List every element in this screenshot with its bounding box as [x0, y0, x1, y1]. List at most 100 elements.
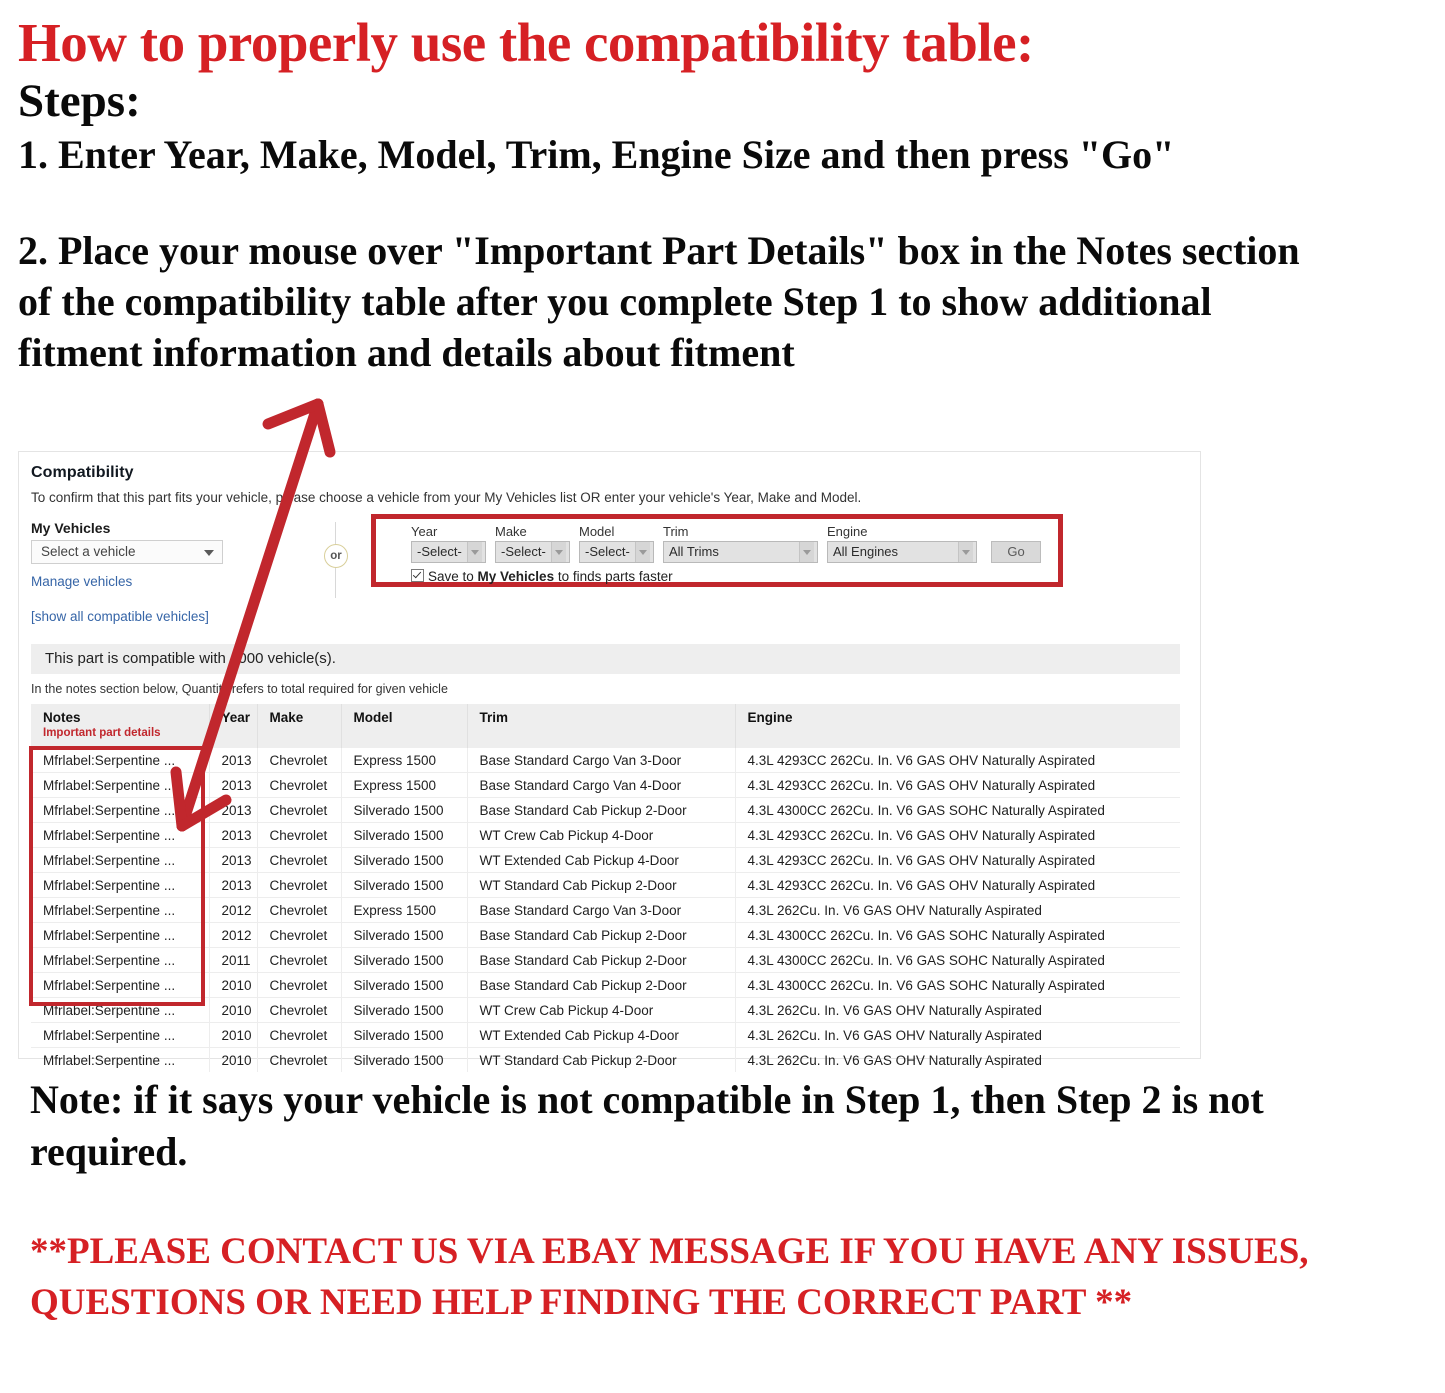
column-header-notes[interactable]: Notes Important part details — [31, 704, 210, 748]
model-dropdown[interactable]: -Select- — [579, 541, 654, 563]
cell-trim: WT Standard Cab Pickup 2-Door — [467, 1047, 736, 1072]
notes-quantity-hint: In the notes section below, Quantity ref… — [31, 682, 448, 696]
compatible-count-banner: This part is compatible with 1000 vehicl… — [31, 644, 1180, 674]
cell-make: Chevrolet — [257, 947, 342, 973]
cell-notes[interactable]: Mfrlabel:Serpentine ... — [31, 822, 210, 848]
cell-year: 2012 — [209, 897, 258, 923]
trim-field: Trim All Trims — [663, 524, 818, 563]
cell-model: Silverado 1500 — [341, 797, 468, 823]
cell-notes[interactable]: Mfrlabel:Serpentine ... — [31, 797, 210, 823]
cell-trim: WT Extended Cab Pickup 4-Door — [467, 847, 736, 873]
cell-trim: Base Standard Cargo Van 4-Door — [467, 772, 736, 798]
year-field: Year -Select- — [411, 524, 486, 563]
cell-make: Chevrolet — [257, 748, 342, 773]
table-row: Mfrlabel:Serpentine ... 2011 Chevrolet Silv… — [31, 947, 1180, 973]
cell-trim: Base Standard Cargo Van 3-Door — [467, 748, 736, 773]
save-checkbox[interactable] — [411, 569, 424, 582]
cell-make: Chevrolet — [257, 972, 342, 998]
table-row: Mfrlabel:Serpentine ... 2013 Chevrolet Silv… — [31, 847, 1180, 873]
cell-notes[interactable]: Mfrlabel:Serpentine ... — [31, 872, 210, 898]
cell-notes[interactable]: Mfrlabel:Serpentine ... — [31, 922, 210, 948]
cell-trim: WT Crew Cab Pickup 4-Door — [467, 822, 736, 848]
engine-field: Engine All Engines — [827, 524, 977, 563]
cell-model: Silverado 1500 — [341, 1022, 468, 1048]
cell-engine: 4.3L 262Cu. In. V6 GAS OHV Naturally Asp… — [735, 1022, 1180, 1048]
step-2-text: 2. Place your mouse over "Important Part… — [18, 227, 1300, 375]
cell-year: 2010 — [209, 1047, 258, 1072]
cell-notes[interactable]: Mfrlabel:Serpentine ... — [31, 947, 210, 973]
cell-notes[interactable]: Mfrlabel:Serpentine ... — [31, 1022, 210, 1048]
table-row: Mfrlabel:Serpentine ... 2013 Chevrolet Silv… — [31, 872, 1180, 898]
cell-model: Silverado 1500 — [341, 972, 468, 998]
cell-notes[interactable]: Mfrlabel:Serpentine ... — [31, 972, 210, 998]
cell-notes[interactable]: Mfrlabel:Serpentine ... — [31, 748, 210, 773]
column-header-year[interactable]: Year — [209, 704, 258, 748]
cell-year: 2010 — [209, 1022, 258, 1048]
compatibility-subtitle: To confirm that this part fits your vehi… — [31, 490, 862, 505]
cell-make: Chevrolet — [257, 797, 342, 823]
cell-make: Chevrolet — [257, 822, 342, 848]
cell-notes[interactable]: Mfrlabel:Serpentine ... — [31, 1047, 210, 1072]
show-all-compatible-vehicles-link[interactable]: [show all compatible vehicles] — [31, 609, 209, 624]
go-button[interactable]: Go — [991, 541, 1041, 563]
table-row: Mfrlabel:Serpentine ... 2013 Chevrolet Expr… — [31, 772, 1180, 798]
cell-make: Chevrolet — [257, 997, 342, 1023]
cell-year: 2013 — [209, 772, 258, 798]
model-dropdown-value: -Select- — [585, 544, 630, 559]
save-strong: My Vehicles — [477, 569, 555, 584]
cell-engine: 4.3L 4300CC 262Cu. In. V6 GAS SOHC Natur… — [735, 922, 1180, 948]
cell-year: 2010 — [209, 997, 258, 1023]
cell-notes[interactable]: Mfrlabel:Serpentine ... — [31, 997, 210, 1023]
cell-trim: WT Crew Cab Pickup 4-Door — [467, 997, 736, 1023]
cell-engine: 4.3L 4293CC 262Cu. In. V6 GAS OHV Natura… — [735, 822, 1180, 848]
make-dropdown[interactable]: -Select- — [495, 541, 570, 563]
cell-notes[interactable]: Mfrlabel:Serpentine ... — [31, 897, 210, 923]
cell-engine: 4.3L 262Cu. In. V6 GAS OHV Naturally Asp… — [735, 897, 1180, 923]
cell-trim: Base Standard Cab Pickup 2-Door — [467, 922, 736, 948]
table-row: Mfrlabel:Serpentine ... 2012 Chevrolet Silv… — [31, 922, 1180, 948]
cell-notes[interactable]: Mfrlabel:Serpentine ... — [31, 847, 210, 873]
or-label: or — [324, 544, 348, 568]
year-dropdown[interactable]: -Select- — [411, 541, 486, 563]
cell-make: Chevrolet — [257, 1047, 342, 1072]
cell-engine: 4.3L 4300CC 262Cu. In. V6 GAS SOHC Natur… — [735, 972, 1180, 998]
cell-trim: Base Standard Cab Pickup 2-Door — [467, 972, 736, 998]
instructions-block: How to properly use the compatibility ta… — [18, 14, 1418, 378]
cell-trim: WT Extended Cab Pickup 4-Door — [467, 1022, 736, 1048]
trim-dropdown-value: All Trims — [669, 544, 719, 559]
make-dropdown-value: -Select- — [501, 544, 546, 559]
cell-year: 2011 — [209, 947, 258, 973]
cell-make: Chevrolet — [257, 872, 342, 898]
manage-vehicles-link[interactable]: Manage vehicles — [31, 574, 132, 589]
save-prefix: Save to — [428, 569, 478, 584]
engine-dropdown[interactable]: All Engines — [827, 541, 977, 563]
cell-year: 2013 — [209, 748, 258, 773]
chevron-down-icon — [204, 550, 214, 556]
table-row: Mfrlabel:Serpentine ... 2012 Chevrolet Expr… — [31, 897, 1180, 923]
column-header-make[interactable]: Make — [257, 704, 342, 748]
vehicle-select[interactable]: Select a vehicle — [31, 540, 223, 564]
cell-model: Express 1500 — [341, 748, 468, 773]
save-to-my-vehicles-row[interactable]: Save to My Vehicles to finds parts faste… — [411, 568, 673, 584]
cell-engine: 4.3L 4300CC 262Cu. In. V6 GAS SOHC Natur… — [735, 947, 1180, 973]
column-header-model[interactable]: Model — [341, 704, 468, 748]
chevron-down-icon — [551, 542, 566, 562]
cell-engine: 4.3L 4293CC 262Cu. In. V6 GAS OHV Natura… — [735, 872, 1180, 898]
column-header-trim[interactable]: Trim — [467, 704, 736, 748]
or-divider: or — [318, 522, 352, 598]
compatibility-table: Notes Important part details Year Make M… — [31, 704, 1180, 1072]
cell-notes[interactable]: Mfrlabel:Serpentine ... — [31, 772, 210, 798]
cell-make: Chevrolet — [257, 847, 342, 873]
model-label: Model — [579, 524, 615, 539]
cell-year: 2012 — [209, 922, 258, 948]
cell-make: Chevrolet — [257, 772, 342, 798]
cell-trim: WT Standard Cab Pickup 2-Door — [467, 872, 736, 898]
cell-trim: Base Standard Cab Pickup 2-Door — [467, 947, 736, 973]
make-label: Make — [495, 524, 527, 539]
trim-label: Trim — [663, 524, 689, 539]
column-header-engine[interactable]: Engine — [735, 704, 1180, 748]
year-dropdown-value: -Select- — [417, 544, 462, 559]
trim-dropdown[interactable]: All Trims — [663, 541, 818, 563]
cell-model: Silverado 1500 — [341, 872, 468, 898]
cell-make: Chevrolet — [257, 922, 342, 948]
